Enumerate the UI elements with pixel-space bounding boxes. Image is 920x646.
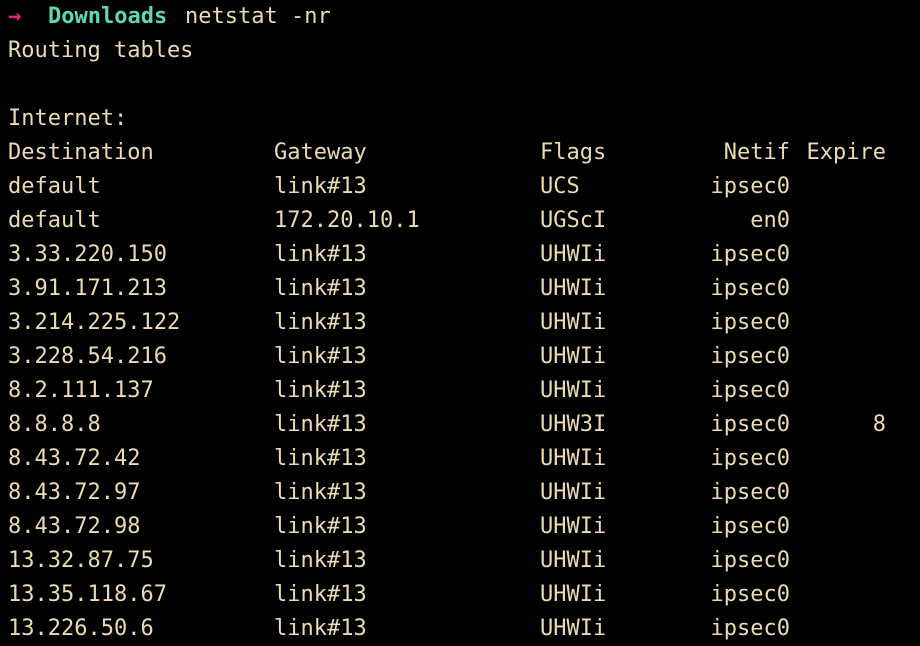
prompt-line: → Downloads netstat -nr — [0, 0, 920, 34]
column-header-destination: Destination — [8, 140, 154, 165]
cell-netif: ipsec0 — [710, 514, 790, 539]
cell-netif: ipsec0 — [710, 174, 790, 199]
cell-destination: 8.43.72.98 — [8, 514, 141, 539]
table-row: 13.32.87.75 link#13 UHWIi ipsec0 — [0, 544, 920, 578]
output-heading: Routing tables — [0, 34, 920, 68]
table-row: 3.91.171.213 link#13 UHWIi ipsec0 — [0, 272, 920, 306]
cell-gateway: link#13 — [274, 242, 367, 267]
cell-gateway: link#13 — [274, 378, 367, 403]
cell-expire: 8 — [872, 412, 886, 437]
cell-destination: 3.91.171.213 — [8, 276, 167, 301]
cell-flags: UGScI — [540, 208, 607, 233]
cell-flags: UHWIi — [540, 582, 607, 607]
table-row: 13.35.118.67 link#13 UHWIi ipsec0 — [0, 578, 920, 612]
table-row: 3.33.220.150 link#13 UHWIi ipsec0 — [0, 238, 920, 272]
cell-flags: UHW3I — [540, 412, 607, 437]
cell-flags: UHWIi — [540, 378, 607, 403]
cell-gateway: link#13 — [274, 174, 367, 199]
cell-netif: ipsec0 — [710, 310, 790, 335]
cell-netif: ipsec0 — [710, 446, 790, 471]
cell-gateway: link#13 — [274, 616, 367, 641]
column-header-expire: Expire — [806, 140, 886, 165]
cell-netif: ipsec0 — [710, 378, 790, 403]
cell-gateway: link#13 — [274, 276, 367, 301]
cell-gateway: link#13 — [274, 582, 367, 607]
table-row: 8.43.72.42 link#13 UHWIi ipsec0 — [0, 442, 920, 476]
cell-gateway: 172.20.10.1 — [274, 208, 420, 233]
cell-gateway: link#13 — [274, 548, 367, 573]
cell-gateway: link#13 — [274, 514, 367, 539]
cell-netif: en0 — [750, 208, 790, 233]
cell-netif: ipsec0 — [710, 276, 790, 301]
cell-flags: UCS — [540, 174, 580, 199]
cell-flags: UHWIi — [540, 514, 607, 539]
table-row: 3.214.225.122 link#13 UHWIi ipsec0 — [0, 306, 920, 340]
prompt-directory: Downloads — [48, 4, 168, 29]
cell-netif: ipsec0 — [710, 548, 790, 573]
cell-netif: ipsec0 — [710, 344, 790, 369]
cell-destination: 8.8.8.8 — [8, 412, 101, 437]
cell-destination: 8.43.72.42 — [8, 446, 141, 471]
table-row: 8.8.8.8 link#13 UHW3I ipsec0 8 — [0, 408, 920, 442]
cell-destination: 3.228.54.216 — [8, 344, 167, 369]
cell-netif: ipsec0 — [710, 582, 790, 607]
cell-flags: UHWIi — [540, 480, 607, 505]
cell-destination: 13.35.118.67 — [8, 582, 167, 607]
table-row: default 172.20.10.1 UGScI en0 — [0, 204, 920, 238]
section-label: Internet: — [8, 106, 128, 131]
table-row: 8.43.72.98 link#13 UHWIi ipsec0 — [0, 510, 920, 544]
cell-destination: 8.43.72.97 — [8, 480, 141, 505]
cell-gateway: link#13 — [274, 310, 367, 335]
cell-gateway: link#13 — [274, 446, 367, 471]
cell-destination: default — [8, 174, 101, 199]
column-header-flags: Flags — [540, 140, 607, 165]
cell-flags: UHWIi — [540, 242, 607, 267]
cell-destination: 13.226.50.6 — [8, 616, 154, 641]
cell-flags: UHWIi — [540, 276, 607, 301]
section-internet: Internet: — [0, 102, 920, 136]
cell-netif: ipsec0 — [710, 480, 790, 505]
blank-separator-line — [0, 68, 920, 102]
cell-flags: UHWIi — [540, 548, 607, 573]
cell-destination: 3.214.225.122 — [8, 310, 181, 335]
cell-gateway: link#13 — [274, 344, 367, 369]
routing-tables-label: Routing tables — [8, 38, 194, 63]
cell-gateway: link#13 — [274, 480, 367, 505]
table-row: 13.226.50.6 link#13 UHWIi ipsec0 — [0, 612, 920, 646]
column-header-gateway: Gateway — [274, 140, 367, 165]
table-row: default link#13 UCS ipsec0 — [0, 170, 920, 204]
table-row: 3.228.54.216 link#13 UHWIi ipsec0 — [0, 340, 920, 374]
cell-netif: ipsec0 — [710, 616, 790, 641]
prompt-arrow-icon: → — [8, 4, 22, 29]
cell-flags: UHWIi — [540, 446, 607, 471]
cell-gateway: link#13 — [274, 412, 367, 437]
prompt-command[interactable]: netstat -nr — [185, 0, 331, 34]
cell-netif: ipsec0 — [710, 242, 790, 267]
cell-flags: UHWIi — [540, 310, 607, 335]
table-header-row: Destination Gateway Flags Netif Expire — [0, 136, 920, 170]
cell-flags: UHWIi — [540, 616, 607, 641]
table-row: 8.43.72.97 link#13 UHWIi ipsec0 — [0, 476, 920, 510]
cell-destination: default — [8, 208, 101, 233]
cell-flags: UHWIi — [540, 344, 607, 369]
cell-destination: 13.32.87.75 — [8, 548, 154, 573]
terminal-window[interactable]: → Downloads netstat -nr Routing tables I… — [0, 0, 920, 644]
cell-destination: 3.33.220.150 — [8, 242, 167, 267]
routing-table-body: default link#13 UCS ipsec0 default 172.20.10.… — [0, 170, 920, 646]
table-row: 8.2.111.137 link#13 UHWIi ipsec0 — [0, 374, 920, 408]
column-header-netif: Netif — [723, 140, 790, 165]
cell-destination: 8.2.111.137 — [8, 378, 154, 403]
cell-netif: ipsec0 — [710, 412, 790, 437]
